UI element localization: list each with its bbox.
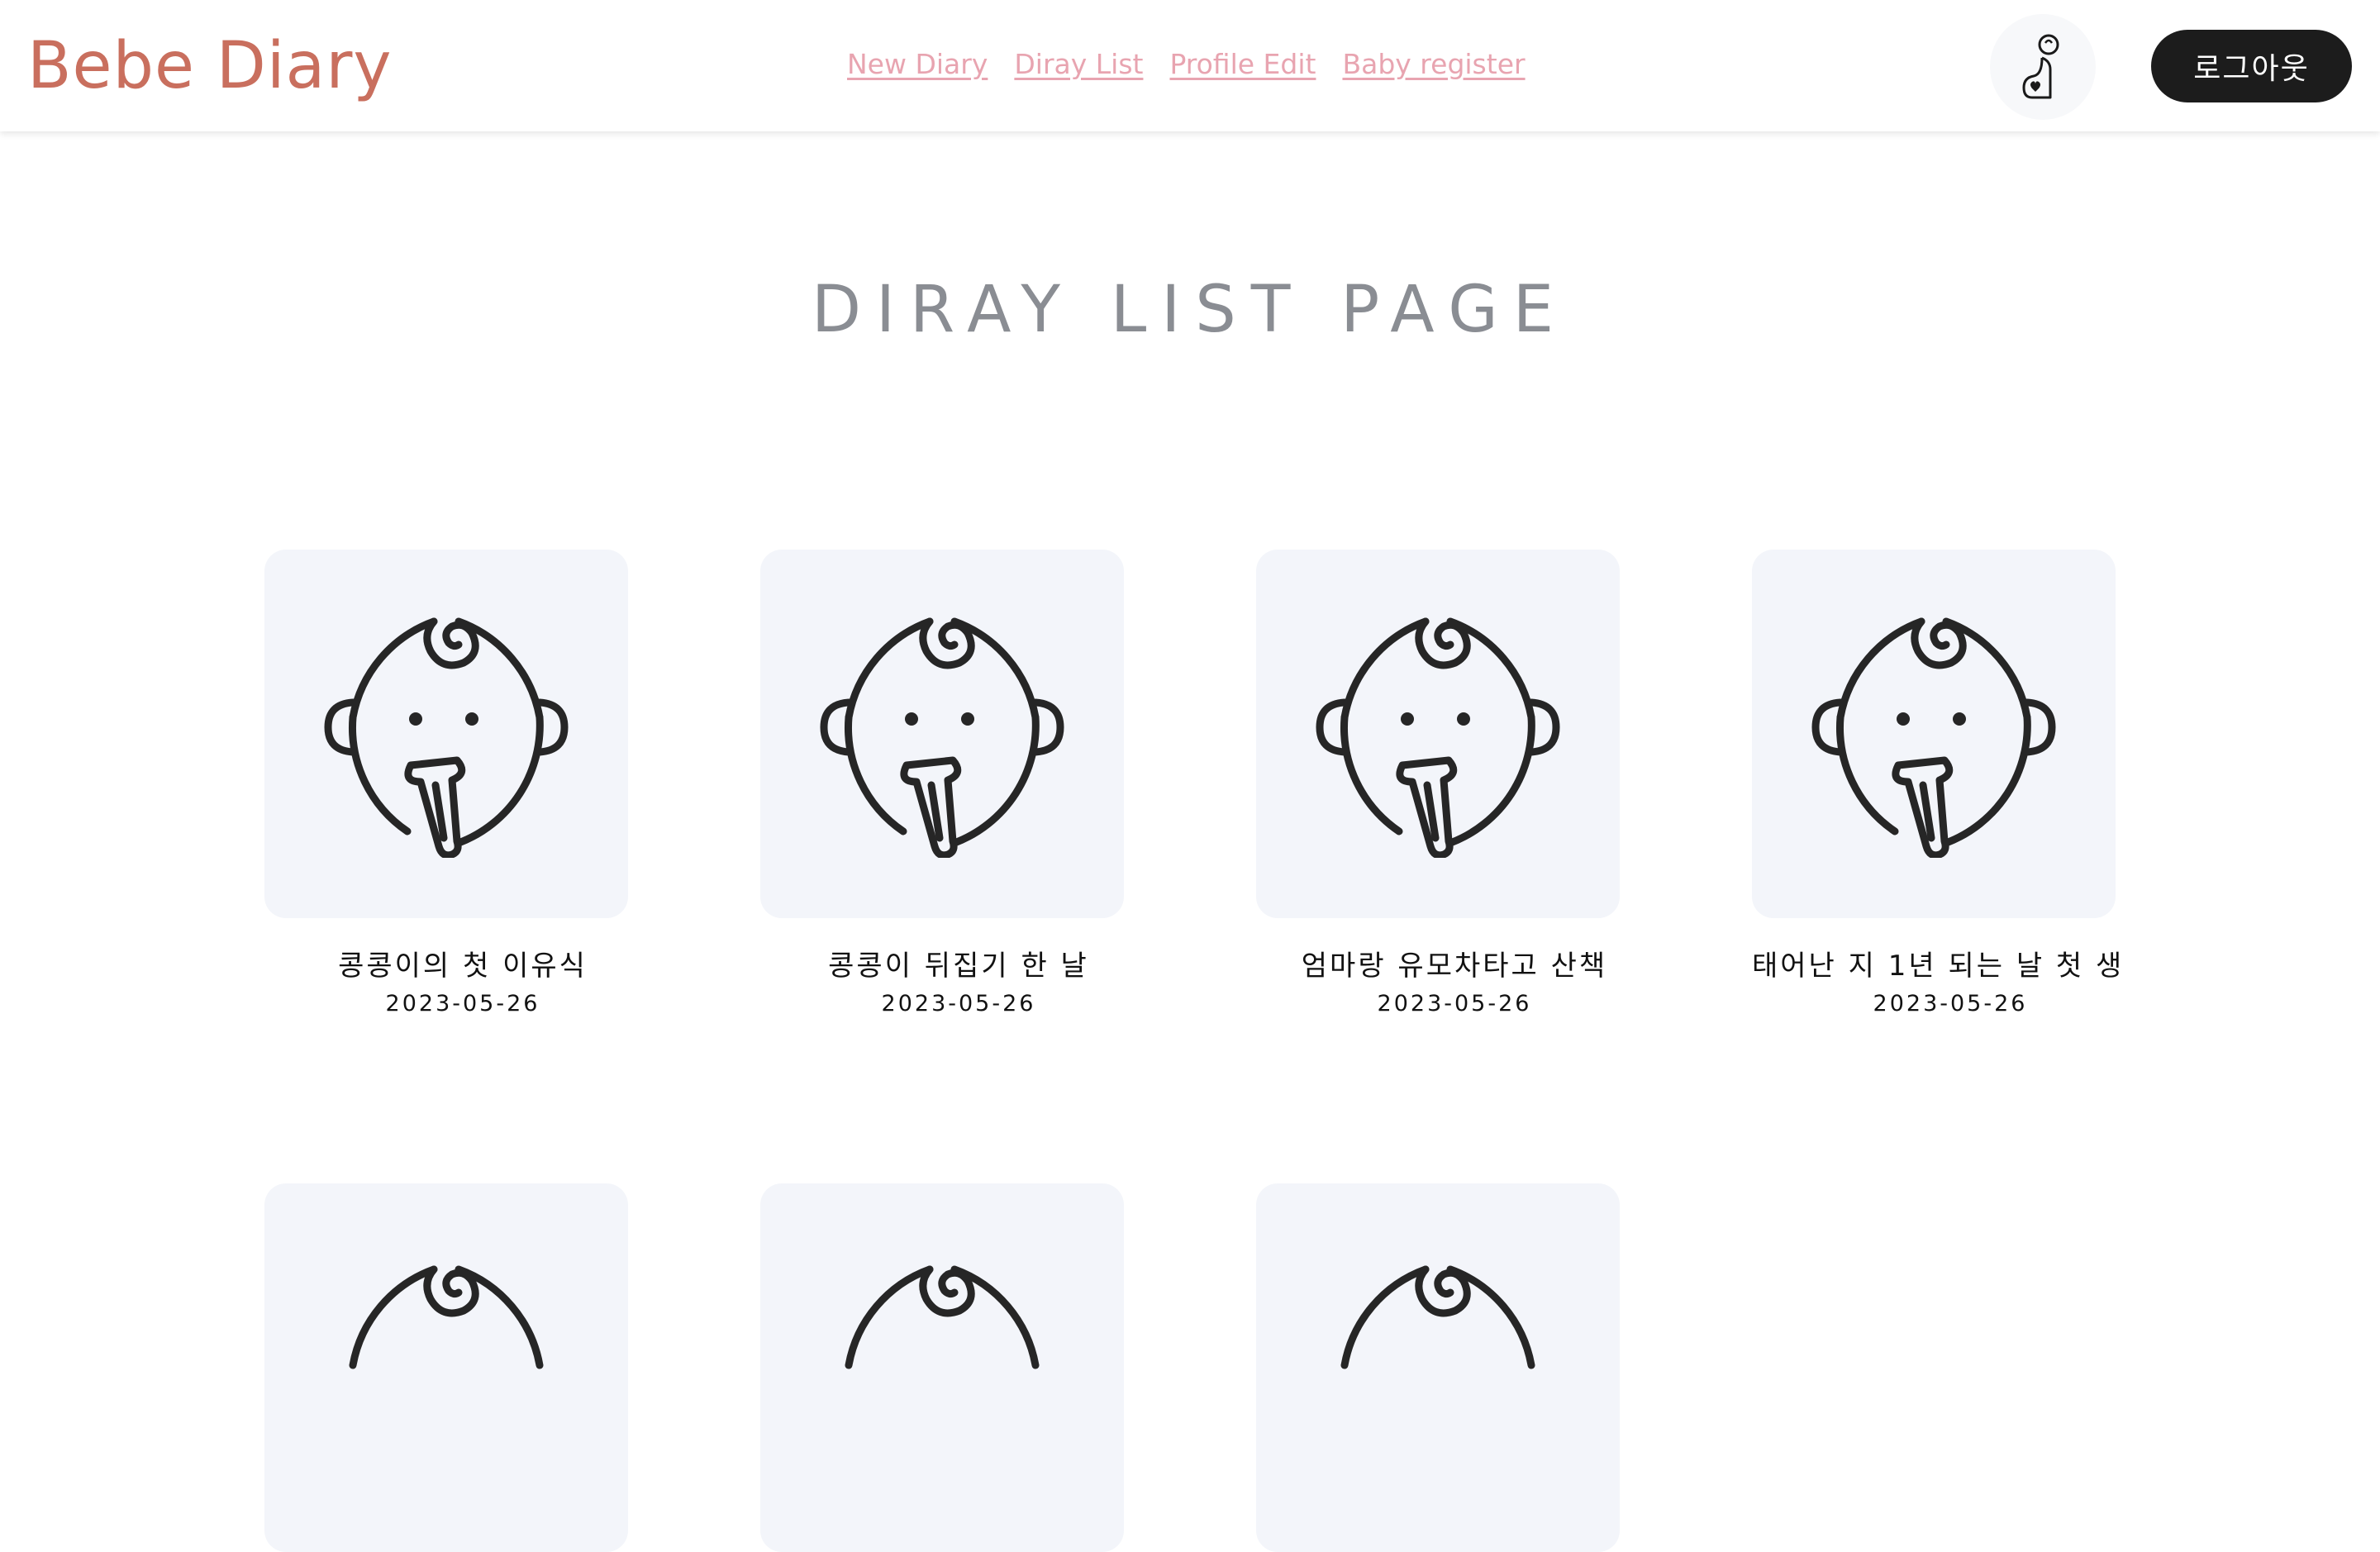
diary-thumbnail[interactable] [264,1183,628,1552]
nav-profile-edit[interactable]: Profile Edit [1169,48,1316,80]
diary-thumbnail[interactable] [264,550,628,918]
diary-thumbnail[interactable] [760,1183,1124,1552]
diary-title: 엄마랑 유모차타고 산책 [1301,950,1608,983]
diary-date: 2023-05-26 [1377,991,1532,1016]
main-nav: New Diary Diray List Profile Edit Baby r… [847,43,1526,84]
baby-profile-icon [2022,34,2059,99]
diary-date: 2023-05-26 [1873,991,2028,1016]
nav-new-diary[interactable]: New Diary [847,48,988,80]
profile-avatar[interactable] [1990,14,2096,120]
diary-thumbnail[interactable] [1256,550,1620,918]
baby-feeding-icon [845,1265,1040,1369]
brand-logo[interactable]: Bebe Diary [27,25,393,107]
nav-baby-register[interactable]: Baby register [1342,48,1525,80]
diary-title: 콩콩이 뒤집기 한 날 [828,950,1089,983]
baby-feeding-icon [1811,617,2056,858]
diary-date: 2023-05-26 [881,991,1036,1016]
diary-date: 2023-05-26 [385,991,540,1016]
baby-feeding-icon [349,1265,544,1369]
baby-feeding-icon [1316,617,1560,858]
diary-thumbnail[interactable] [1256,1183,1620,1552]
diary-title: 태어난 지 1년 되는 날 첫 생 [1752,950,2125,983]
logout-button[interactable]: 로그아웃 [2151,30,2352,102]
baby-feeding-icon [324,617,569,858]
nav-diary-list[interactable]: Diray List [1014,48,1143,80]
page-title: DIRAY LIST PAGE [811,273,1568,347]
top-header: Bebe Diary New Diary Diray List Profile … [0,0,2380,131]
diary-thumbnail[interactable] [760,550,1124,918]
diary-title: 콩콩이의 첫 이유식 [338,950,588,983]
baby-feeding-icon [1340,1265,1535,1369]
baby-feeding-icon [820,617,1064,858]
diary-thumbnail[interactable] [1752,550,2116,918]
